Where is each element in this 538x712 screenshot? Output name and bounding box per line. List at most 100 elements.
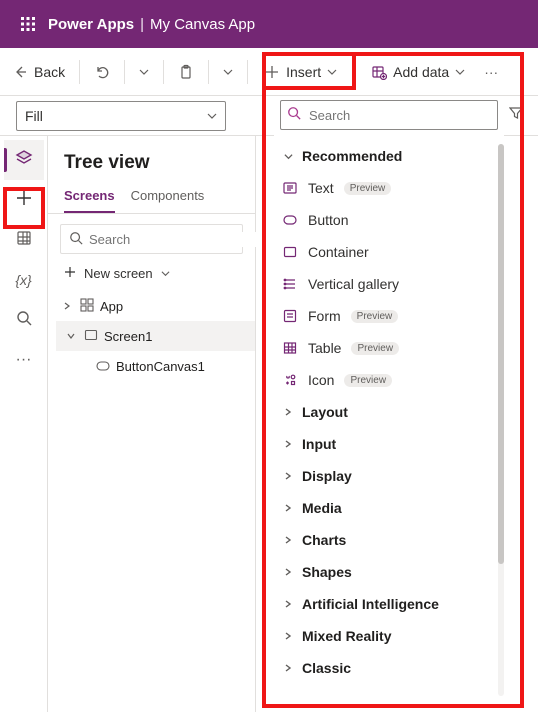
rail-variables[interactable]: {x}	[4, 260, 44, 300]
rail-more[interactable]: ···	[4, 340, 44, 380]
category-label: Mixed Reality	[302, 628, 391, 644]
new-screen-label: New screen	[84, 266, 153, 281]
insert-item-vertical-gallery[interactable]: Vertical gallery	[274, 268, 504, 300]
title-bar: Power Apps | My Canvas App	[0, 0, 538, 48]
insert-item-form[interactable]: Form Preview	[274, 300, 504, 332]
back-label: Back	[34, 64, 65, 80]
preview-badge: Preview	[351, 310, 399, 323]
paste-split-button[interactable]	[215, 56, 241, 88]
rail-tree-view[interactable]	[4, 140, 44, 180]
add-data-button[interactable]: Add data	[363, 56, 473, 88]
ellipsis-icon: ···	[484, 64, 498, 80]
rail-data[interactable]	[4, 220, 44, 260]
item-label: Icon	[308, 372, 334, 388]
tree-item-label: App	[100, 299, 123, 314]
insert-search-input[interactable]	[309, 108, 485, 123]
filter-icon[interactable]	[509, 106, 523, 125]
overflow-button[interactable]: ···	[475, 56, 507, 88]
tree-search-input[interactable]	[89, 232, 265, 247]
item-label: Text	[308, 180, 334, 196]
category-input[interactable]: Input	[274, 428, 504, 460]
preview-badge: Preview	[344, 182, 392, 195]
preview-badge: Preview	[351, 342, 399, 355]
plus-icon	[264, 64, 280, 80]
data-plus-icon	[371, 64, 387, 80]
category-label: Shapes	[302, 564, 352, 580]
button-icon	[96, 359, 110, 374]
category-label: Classic	[302, 660, 351, 676]
clipboard-icon	[178, 64, 194, 80]
tree-tabs: Screens Components	[48, 182, 255, 214]
paste-button[interactable]	[170, 56, 202, 88]
property-dropdown[interactable]: Fill	[16, 101, 226, 131]
item-label: Form	[308, 308, 341, 324]
category-charts[interactable]: Charts	[274, 524, 504, 556]
category-classic[interactable]: Classic	[274, 652, 504, 684]
back-button[interactable]: Back	[4, 56, 73, 88]
waffle-icon[interactable]	[8, 4, 48, 44]
plus-icon	[64, 266, 76, 281]
undo-split-button[interactable]	[131, 56, 157, 88]
tree-item-label: Screen1	[104, 329, 152, 344]
search-icon	[287, 106, 301, 125]
category-display[interactable]: Display	[274, 460, 504, 492]
chevron-right-icon	[282, 568, 294, 576]
form-icon	[282, 308, 298, 324]
file-name: My Canvas App	[150, 16, 255, 33]
chevron-right-icon	[282, 440, 294, 448]
category-media[interactable]: Media	[274, 492, 504, 524]
chevron-right-icon	[282, 408, 294, 416]
table-icon	[282, 340, 298, 356]
insert-item-table[interactable]: Table Preview	[274, 332, 504, 364]
search-icon	[16, 310, 32, 331]
chevron-right-icon	[282, 472, 294, 480]
undo-button[interactable]	[86, 56, 118, 88]
insert-item-container[interactable]: Container	[274, 236, 504, 268]
insert-item-icon[interactable]: Icon Preview	[274, 364, 504, 396]
item-label: Table	[308, 340, 341, 356]
container-icon	[282, 244, 298, 260]
insert-search[interactable]	[280, 100, 498, 130]
tab-screens[interactable]: Screens	[64, 182, 115, 213]
category-recommended[interactable]: Recommended	[274, 140, 504, 172]
tree: App Screen1 ButtonCanvas1	[48, 287, 255, 381]
insert-button[interactable]: Insert	[254, 56, 345, 88]
new-screen-button[interactable]: New screen	[48, 260, 255, 287]
tree-search[interactable]	[60, 224, 243, 254]
arrow-left-icon	[12, 64, 28, 80]
tab-components[interactable]: Components	[131, 182, 205, 213]
category-ai[interactable]: Artificial Intelligence	[274, 588, 504, 620]
product-name: Power Apps	[48, 16, 134, 33]
chevron-down-icon	[282, 152, 294, 161]
command-bar: Back Insert Add data ···	[0, 48, 538, 96]
vertical-gallery-icon	[282, 276, 298, 292]
category-shapes[interactable]: Shapes	[274, 556, 504, 588]
flyout-scrollbar-thumb[interactable]	[498, 144, 504, 564]
item-label: Vertical gallery	[308, 276, 399, 292]
tree-item-buttoncanvas1[interactable]: ButtonCanvas1	[56, 351, 255, 381]
category-label: Artificial Intelligence	[302, 596, 439, 612]
insert-flyout: Recommended Text Preview Button Containe…	[274, 100, 504, 700]
rail-insert[interactable]	[4, 180, 44, 220]
insert-item-button[interactable]: Button	[274, 204, 504, 236]
chevron-right-icon	[282, 664, 294, 672]
category-layout[interactable]: Layout	[274, 396, 504, 428]
tree-view-panel: Tree view Screens Components New screen …	[48, 136, 256, 712]
data-grid-icon	[16, 230, 32, 251]
category-label: Charts	[302, 532, 346, 548]
chevron-right-icon	[282, 504, 294, 512]
add-data-label: Add data	[393, 64, 449, 80]
text-icon	[282, 180, 298, 196]
tree-item-screen1[interactable]: Screen1	[56, 321, 255, 351]
tree-item-label: ButtonCanvas1	[116, 359, 205, 374]
rail-search[interactable]	[4, 300, 44, 340]
plus-icon	[15, 189, 33, 212]
panel-title: Tree view	[48, 148, 255, 182]
button-icon	[282, 212, 298, 228]
tree-item-app[interactable]: App	[56, 291, 255, 321]
category-mr[interactable]: Mixed Reality	[274, 620, 504, 652]
insert-label: Insert	[286, 64, 321, 80]
item-label: Container	[308, 244, 369, 260]
item-label: Button	[308, 212, 348, 228]
insert-item-text[interactable]: Text Preview	[274, 172, 504, 204]
